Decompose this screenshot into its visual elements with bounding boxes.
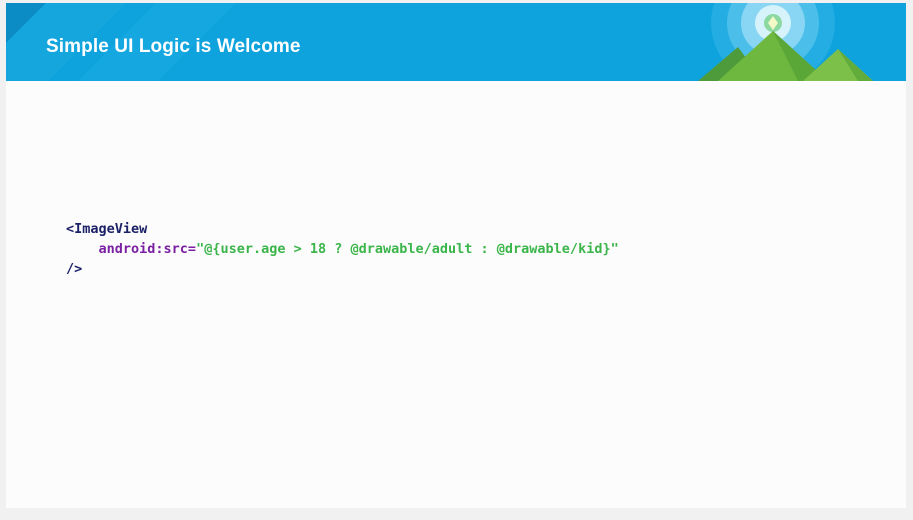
code-attribute-value: "@{user.age > 18 ? @drawable/adult : @dr… — [196, 241, 619, 257]
slide: Simple UI Logic is Welcome <ImageView an… — [6, 3, 906, 508]
code-snippet: <ImageView android:src="@{user.age > 18 … — [66, 219, 619, 279]
code-tag-close: /> — [66, 261, 83, 277]
slide-header: Simple UI Logic is Welcome — [6, 3, 906, 81]
code-attribute: android:src= — [98, 241, 197, 257]
mountain-sun-icon — [698, 3, 873, 81]
page-title: Simple UI Logic is Welcome — [46, 36, 301, 57]
code-tag-open: <ImageView — [66, 221, 148, 237]
